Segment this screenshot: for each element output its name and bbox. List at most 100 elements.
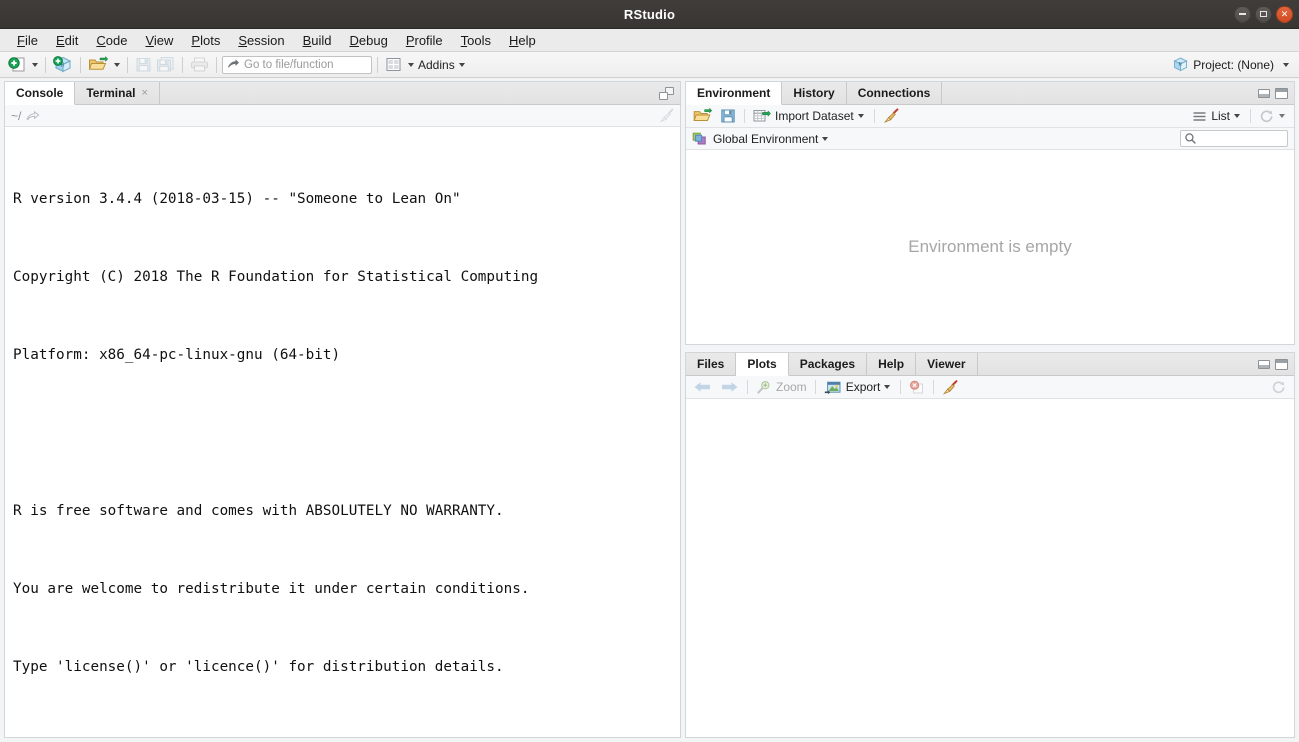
console-path-bar: ~/ <box>5 105 680 127</box>
menu-edit[interactable]: Edit <box>47 31 87 50</box>
open-file-dropdown-caret[interactable] <box>114 63 120 67</box>
console-line: You are welcome to redistribute it under… <box>13 576 672 602</box>
load-workspace-button[interactable] <box>691 108 714 124</box>
environment-empty-message: Environment is empty <box>908 237 1071 257</box>
console-line-blank <box>13 732 672 737</box>
menu-profile[interactable]: Profile <box>397 31 452 50</box>
new-file-button[interactable] <box>6 55 28 75</box>
refresh-plot-button[interactable] <box>1269 380 1289 395</box>
window-close-button[interactable]: ✕ <box>1276 6 1293 23</box>
addins-label[interactable]: Addins <box>418 58 455 72</box>
remove-plot-button[interactable] <box>907 380 927 395</box>
open-file-button[interactable] <box>86 55 110 75</box>
plot-export-label: Export <box>846 380 881 394</box>
environment-tabstrip: Environment History Connections <box>686 82 1294 105</box>
menu-code[interactable]: Code <box>87 31 136 50</box>
tab-connections[interactable]: Connections <box>847 82 943 104</box>
maximize-pane-icon[interactable] <box>1275 88 1288 99</box>
window-minimize-button[interactable] <box>1234 6 1251 23</box>
toolbar-divider <box>182 57 183 73</box>
toolbar-divider <box>216 57 217 73</box>
menu-build[interactable]: Build <box>294 31 341 50</box>
tabstrip-filler <box>160 82 659 104</box>
tab-files[interactable]: Files <box>686 353 736 375</box>
console-clear-button[interactable] <box>659 105 675 126</box>
view-mode-caret[interactable] <box>1234 114 1240 118</box>
tab-viewer[interactable]: Viewer <box>916 353 977 375</box>
refresh-icon <box>1259 109 1275 124</box>
plot-zoom-label: Zoom <box>776 380 807 394</box>
plot-export-button[interactable]: Export <box>822 380 895 395</box>
clear-environment-button[interactable] <box>881 108 902 124</box>
addins-caret[interactable] <box>459 63 465 67</box>
save-workspace-icon <box>720 108 736 124</box>
files-tabstrip: Files Plots Packages Help Viewer <box>686 353 1294 376</box>
save-workspace-button[interactable] <box>718 108 738 124</box>
environment-search-input[interactable] <box>1180 130 1288 147</box>
restore-pane-icon[interactable] <box>659 87 674 100</box>
tab-terminal[interactable]: Terminal × <box>75 82 160 104</box>
back-arrow-icon <box>693 380 712 394</box>
goto-file-placeholder: Go to file/function <box>244 59 334 71</box>
import-dataset-icon <box>753 108 771 124</box>
environment-scope-label: Global Environment <box>713 132 818 146</box>
menu-help[interactable]: Help <box>500 31 545 50</box>
console-output[interactable]: R version 3.4.4 (2018-03-15) -- "Someone… <box>5 127 680 737</box>
window-controls: ✕ <box>1234 0 1293 28</box>
tab-plots[interactable]: Plots <box>736 353 788 376</box>
environment-panel: Environment History Connections <box>685 81 1295 345</box>
menu-file[interactable]: File <box>8 31 47 50</box>
refresh-environment-button[interactable] <box>1257 109 1289 124</box>
window-maximize-button[interactable] <box>1255 6 1272 23</box>
project-caret[interactable] <box>1283 63 1289 67</box>
toolbar-divider <box>747 380 748 394</box>
tab-history[interactable]: History <box>782 82 846 104</box>
console-line-blank <box>13 420 672 446</box>
toolbar-divider <box>874 109 875 123</box>
console-panel: Console Terminal × ~/ <box>4 81 681 738</box>
menu-view[interactable]: View <box>136 31 182 50</box>
tab-help[interactable]: Help <box>867 353 916 375</box>
tab-packages[interactable]: Packages <box>789 353 867 375</box>
menu-bar: File Edit Code View Plots Session Build … <box>0 29 1299 52</box>
new-file-dropdown-caret[interactable] <box>32 63 38 67</box>
environment-scope-selector[interactable]: Global Environment <box>686 128 1294 150</box>
tab-files-label: Files <box>697 357 724 371</box>
tab-environment-label: Environment <box>697 86 770 100</box>
panes-layout-caret[interactable] <box>408 63 414 67</box>
environment-scope-caret[interactable] <box>822 137 828 141</box>
menu-tools[interactable]: Tools <box>452 31 500 50</box>
tabstrip-filler <box>942 82 1258 104</box>
tab-help-label: Help <box>878 357 904 371</box>
console-working-directory: ~/ <box>11 109 21 123</box>
view-mode-label: List <box>1211 109 1230 123</box>
goto-file-function-input[interactable]: Go to file/function <box>222 56 372 74</box>
plots-content <box>686 399 1294 737</box>
refresh-caret[interactable] <box>1279 114 1285 118</box>
toolbar-divider <box>377 57 378 73</box>
tab-console[interactable]: Console <box>5 82 75 105</box>
view-mode-button[interactable]: List <box>1190 109 1244 123</box>
menu-debug[interactable]: Debug <box>341 31 397 50</box>
plots-toolbar: Zoom Export <box>686 376 1294 399</box>
forward-arrow-icon <box>720 380 739 394</box>
minimize-pane-icon[interactable] <box>1258 89 1270 98</box>
environment-content: Environment is empty <box>686 150 1294 344</box>
panes-layout-button[interactable] <box>383 55 404 75</box>
menu-plots[interactable]: Plots <box>182 31 229 50</box>
minimize-pane-icon[interactable] <box>1258 360 1270 369</box>
plots-toolbar-right <box>1269 376 1289 398</box>
toolbar-divider <box>933 380 934 394</box>
maximize-pane-icon[interactable] <box>1275 359 1288 370</box>
clear-plots-button[interactable] <box>940 380 961 395</box>
close-icon[interactable]: × <box>141 87 147 99</box>
import-dataset-button[interactable]: Import Dataset <box>751 108 868 124</box>
tab-environment[interactable]: Environment <box>686 82 782 105</box>
plot-back-button <box>691 380 714 394</box>
project-selector[interactable]: R Project: (None) <box>1173 52 1291 77</box>
import-dataset-caret[interactable] <box>858 114 864 118</box>
new-project-button[interactable]: R <box>51 55 75 75</box>
menu-session[interactable]: Session <box>229 31 293 50</box>
r-project-icon: R <box>1173 57 1188 72</box>
plot-export-caret[interactable] <box>884 385 890 389</box>
